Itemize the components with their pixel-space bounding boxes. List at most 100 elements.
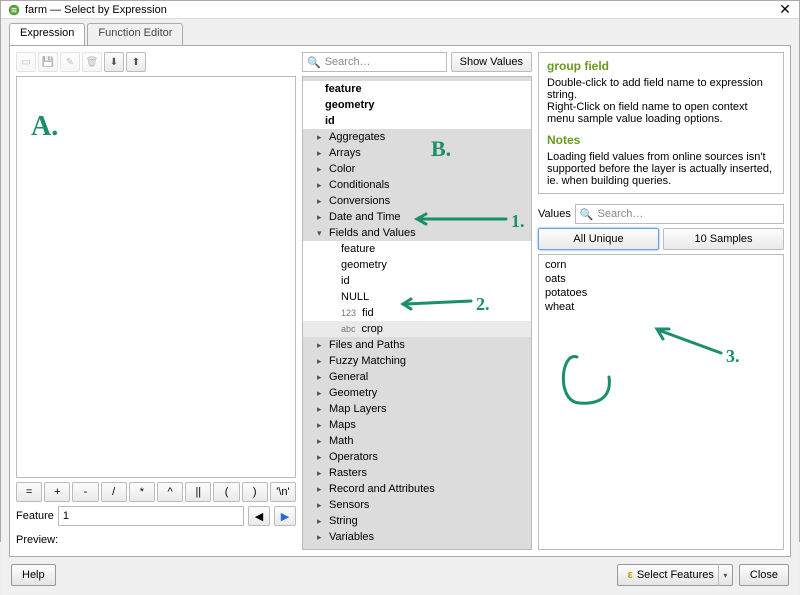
select-features-button[interactable]: ε Select Features ▾ — [617, 564, 733, 586]
help-notes-head: Notes — [547, 133, 775, 147]
op-minus[interactable]: - — [72, 482, 98, 502]
tree-field-fid[interactable]: 123fid — [303, 305, 531, 321]
tree-group-record[interactable]: ▸Record and Attributes — [303, 481, 531, 497]
op-concat[interactable]: || — [185, 482, 211, 502]
tree-field-id[interactable]: id — [303, 273, 531, 289]
values-search-placeholder: Search… — [598, 208, 644, 220]
caret-right-icon: ▸ — [317, 132, 325, 143]
value-item[interactable]: wheat — [545, 301, 777, 315]
values-row: Values 🔍 Search… — [538, 204, 784, 224]
op-lparen[interactable]: ( — [213, 482, 239, 502]
function-search-placeholder: Search… — [325, 56, 371, 68]
close-button[interactable]: Close — [739, 564, 789, 586]
tree-group-variables[interactable]: ▸Variables — [303, 529, 531, 545]
caret-right-icon: ▸ — [317, 420, 325, 431]
tree-group-arrays[interactable]: ▸Arrays — [303, 145, 531, 161]
window-title: farm — Select by Expression — [25, 4, 777, 16]
op-mul[interactable]: * — [129, 482, 155, 502]
op-rparen[interactable]: ) — [242, 482, 268, 502]
tab-function-editor[interactable]: Function Editor — [87, 23, 183, 45]
value-item[interactable]: corn — [545, 259, 777, 273]
expression-editor[interactable] — [16, 76, 296, 478]
func-search-row: 🔍 Search… Show Values — [302, 52, 532, 72]
tree-field-geometry[interactable]: geometry — [303, 257, 531, 273]
prev-feature-icon[interactable]: ◀ — [248, 506, 270, 526]
import-icon[interactable]: ⬇ — [104, 52, 124, 72]
dialog-body: Expression Function Editor ▭ 💾 ✎ 🗑 ⬇ ⬆ — [1, 18, 799, 595]
caret-right-icon: ▸ — [317, 388, 325, 399]
values-search[interactable]: 🔍 Search… — [575, 204, 784, 224]
tree-group-files[interactable]: ▸Files and Paths — [303, 337, 531, 353]
tree-top-geometry[interactable]: geometry — [303, 97, 531, 113]
operator-row: = + - / * ^ || ( ) '\n' — [16, 482, 296, 502]
new-file-icon[interactable]: ▭ — [16, 52, 36, 72]
caret-right-icon: ▸ — [317, 484, 325, 495]
tab-panel: ▭ 💾 ✎ 🗑 ⬇ ⬆ = + - / * ^ — [9, 45, 791, 557]
tree-field-null[interactable]: NULL — [303, 289, 531, 305]
tree-group-aggregates[interactable]: ▸Aggregates — [303, 129, 531, 145]
tree-group-operators[interactable]: ▸Operators — [303, 449, 531, 465]
tree-group-general[interactable]: ▸General — [303, 369, 531, 385]
tree-group-fields[interactable]: ▾Fields and Values — [303, 225, 531, 241]
tree-group-geometry[interactable]: ▸Geometry — [303, 385, 531, 401]
op-pow[interactable]: ^ — [157, 482, 183, 502]
help-heading: group field — [547, 59, 775, 73]
function-tree[interactable]: feature geometry id ▸Aggregates ▸Arrays … — [302, 76, 532, 550]
tabs: Expression Function Editor — [9, 23, 791, 45]
save-icon[interactable]: 💾 — [38, 52, 58, 72]
help-body-2: Right-Click on field name to open contex… — [547, 101, 775, 125]
tree-group-rasters[interactable]: ▸Rasters — [303, 465, 531, 481]
op-newline[interactable]: '\n' — [270, 482, 296, 502]
titlebar: farm — Select by Expression ✕ — [1, 1, 799, 18]
edit-icon[interactable]: ✎ — [60, 52, 80, 72]
caret-right-icon: ▸ — [317, 516, 325, 527]
caret-right-icon: ▸ — [317, 356, 325, 367]
feature-spin[interactable]: 1 — [58, 506, 244, 526]
all-unique-button[interactable]: All Unique — [538, 228, 659, 250]
close-icon[interactable]: ✕ — [777, 1, 793, 18]
tree-group-sensors[interactable]: ▸Sensors — [303, 497, 531, 513]
tree-field-feature[interactable]: feature — [303, 241, 531, 257]
function-search[interactable]: 🔍 Search… — [302, 52, 447, 72]
feature-label: Feature — [16, 510, 54, 522]
dropdown-caret-icon[interactable]: ▾ — [718, 564, 732, 586]
value-item[interactable]: potatoes — [545, 287, 777, 301]
tree-group-datetime[interactable]: ▸Date and Time — [303, 209, 531, 225]
op-eq[interactable]: = — [16, 482, 42, 502]
value-item[interactable]: oats — [545, 273, 777, 287]
help-body-1: Double-click to add field name to expres… — [547, 77, 775, 101]
dialog-window: farm — Select by Expression ✕ Expression… — [0, 0, 800, 542]
tree-group-fuzzy[interactable]: ▸Fuzzy Matching — [303, 353, 531, 369]
show-values-button[interactable]: Show Values — [451, 52, 532, 72]
int-type-icon: 123 — [341, 308, 356, 318]
caret-right-icon: ▸ — [317, 180, 325, 191]
next-feature-icon[interactable]: ▶ — [274, 506, 296, 526]
trash-icon[interactable]: 🗑 — [82, 52, 102, 72]
tree-group-string[interactable]: ▸String — [303, 513, 531, 529]
tree-group-conditionals[interactable]: ▸Conditionals — [303, 177, 531, 193]
tree-group-map-layers[interactable]: ▸Map Layers — [303, 401, 531, 417]
tree-top-id[interactable]: id — [303, 113, 531, 129]
tree-group-color[interactable]: ▸Color — [303, 161, 531, 177]
tree-group-math[interactable]: ▸Math — [303, 433, 531, 449]
ten-samples-button[interactable]: 10 Samples — [663, 228, 784, 250]
middle-column: 🔍 Search… Show Values feature geometry i… — [302, 52, 532, 550]
caret-right-icon: ▸ — [317, 196, 325, 207]
export-icon[interactable]: ⬆ — [126, 52, 146, 72]
help-button[interactable]: Help — [11, 564, 56, 586]
preview-row: Preview: — [16, 530, 296, 550]
caret-right-icon: ▸ — [317, 500, 325, 511]
help-box: group field Double-click to add field na… — [538, 52, 784, 194]
op-div[interactable]: / — [101, 482, 127, 502]
values-list[interactable]: corn oats potatoes wheat — [538, 254, 784, 550]
tree-field-crop[interactable]: abccrop — [303, 321, 531, 337]
tree-top-feature[interactable]: feature — [303, 81, 531, 97]
op-plus[interactable]: + — [44, 482, 70, 502]
caret-right-icon: ▸ — [317, 148, 325, 159]
tree-group-maps[interactable]: ▸Maps — [303, 417, 531, 433]
caret-right-icon: ▸ — [317, 340, 325, 351]
tab-expression[interactable]: Expression — [9, 23, 85, 45]
caret-right-icon: ▸ — [317, 372, 325, 383]
tree-group-conversions[interactable]: ▸Conversions — [303, 193, 531, 209]
left-column: ▭ 💾 ✎ 🗑 ⬇ ⬆ = + - / * ^ — [16, 52, 296, 550]
